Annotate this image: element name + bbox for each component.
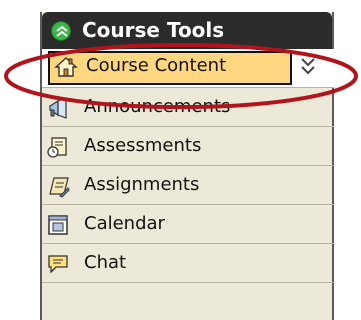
panel-header: Course Tools [42, 12, 332, 49]
megaphone-icon [49, 97, 67, 119]
tool-item-label: Assessments [84, 135, 202, 156]
assignment-icon [49, 177, 70, 198]
tool-item-assessments[interactable]: Assessments [42, 127, 334, 166]
double-chevron-down-icon[interactable] [298, 54, 318, 80]
tool-item-label: Assignments [84, 174, 200, 195]
tool-item-calendar[interactable]: Calendar [42, 205, 334, 244]
tool-item-label: Calendar [84, 213, 165, 234]
course-tools-panel: Course Tools Course Content Announcement… [40, 12, 334, 320]
chat-icon [48, 255, 68, 274]
tool-item-announcements[interactable]: Announcements [42, 88, 334, 127]
quiz-icon [47, 137, 67, 158]
panel-title: Course Tools [82, 18, 225, 42]
tool-item-label: Announcements [84, 96, 231, 117]
tool-item-label: Chat [84, 252, 127, 273]
tool-item-course-content[interactable]: Course Content [42, 49, 334, 88]
tool-item-assignments[interactable]: Assignments [42, 166, 334, 205]
collapse-toggle-icon[interactable] [51, 21, 71, 41]
home-icon [54, 57, 78, 77]
tool-item-chat[interactable]: Chat [42, 244, 334, 283]
tool-item-label: Course Content [86, 55, 227, 76]
calendar-icon [48, 215, 68, 235]
